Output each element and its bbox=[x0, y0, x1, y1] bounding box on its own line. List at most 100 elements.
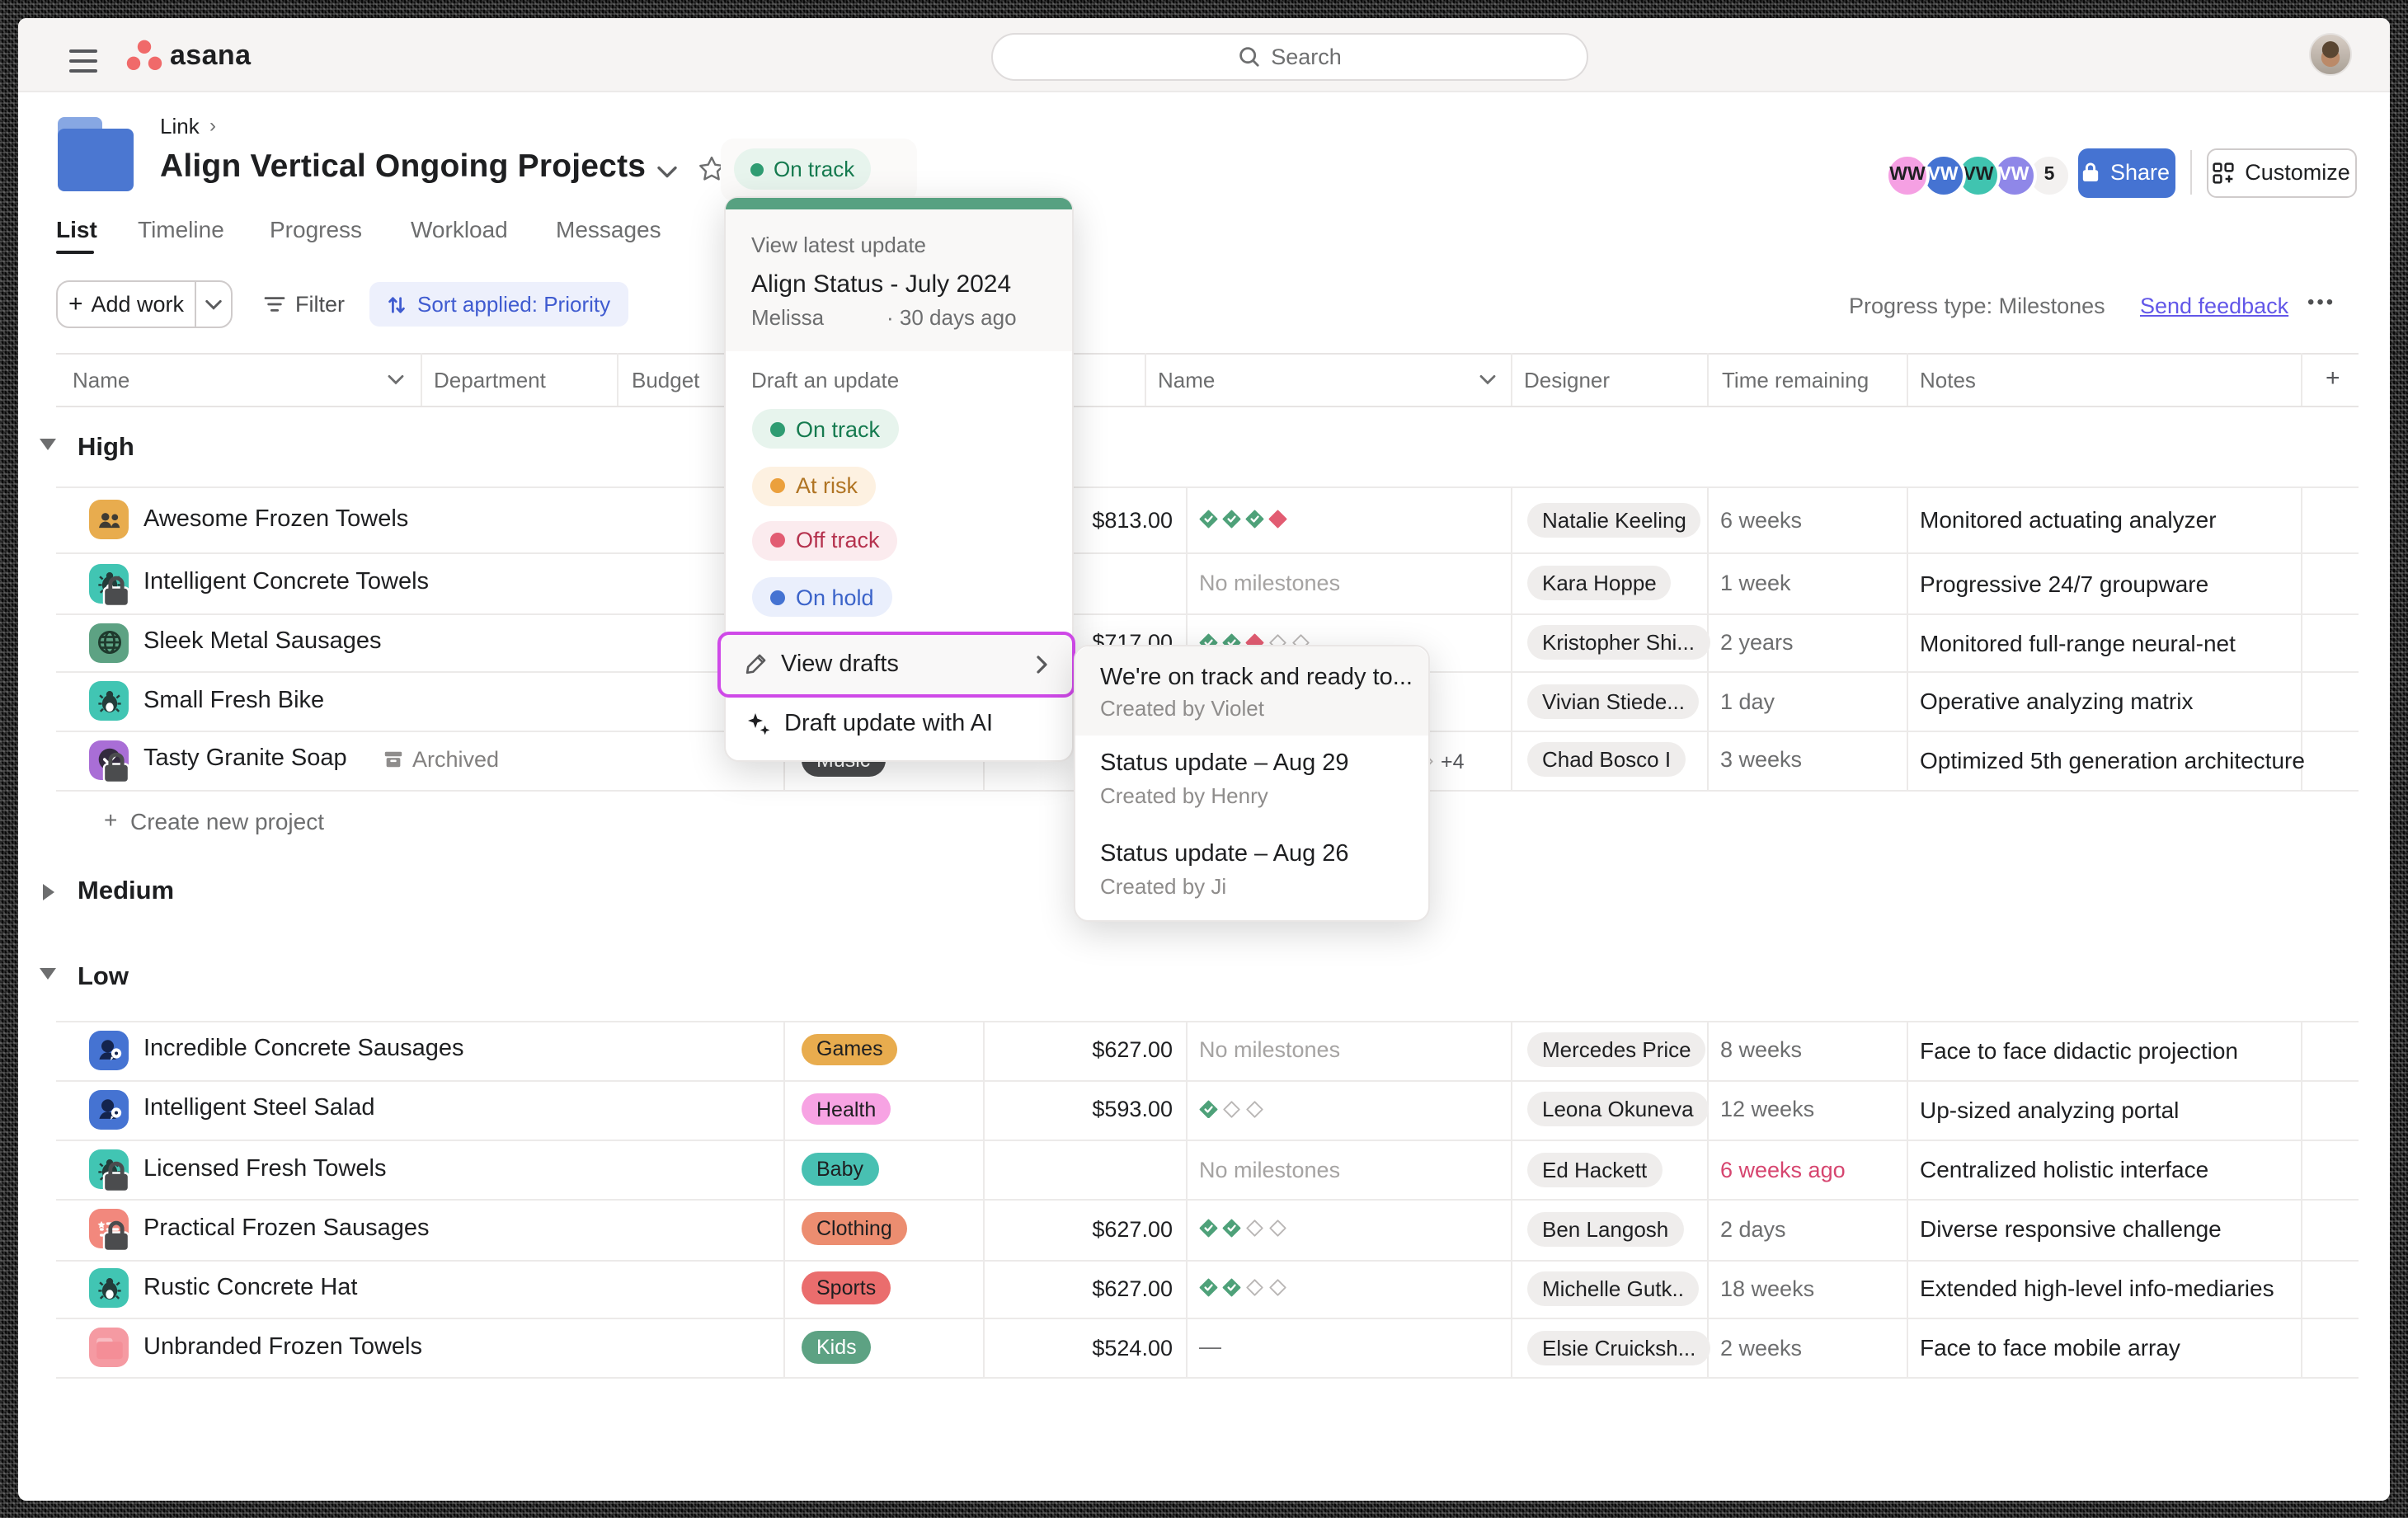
column-divider-line bbox=[1907, 486, 1908, 789]
add-column-button[interactable]: + bbox=[2326, 364, 2340, 392]
share-button[interactable]: Share bbox=[2077, 148, 2175, 198]
notes-value[interactable]: Monitored full-range neural-net bbox=[1920, 629, 2236, 656]
designer-pill[interactable]: Natalie Keeling bbox=[1527, 502, 1701, 537]
status-option-on-track[interactable]: On track bbox=[751, 409, 898, 449]
search-input[interactable]: Search bbox=[991, 32, 1588, 80]
send-feedback-link[interactable]: Send feedback bbox=[2140, 294, 2288, 318]
milestone-icons bbox=[1199, 1100, 1264, 1119]
status-option-label: Off track bbox=[796, 528, 880, 552]
latest-update-section[interactable]: View latest update Align Status - July 2… bbox=[725, 209, 1071, 350]
notes-value[interactable]: Face to face didactic projection bbox=[1920, 1036, 2238, 1063]
project-name[interactable]: Tasty Granite Soap bbox=[143, 746, 347, 773]
member-avatar[interactable]: WW bbox=[1885, 153, 1930, 197]
notes-value[interactable]: Extended high-level info-mediaries bbox=[1920, 1276, 2274, 1302]
project-name[interactable]: Unbranded Frozen Towels bbox=[143, 1333, 422, 1360]
project-title-chevron-down-icon[interactable] bbox=[656, 165, 678, 180]
project-icon-people bbox=[89, 500, 129, 539]
add-work-chevron-icon[interactable] bbox=[205, 298, 223, 312]
breadcrumb[interactable]: Link bbox=[160, 114, 200, 139]
lock-icon bbox=[2082, 162, 2100, 184]
designer-pill[interactable]: Leona Okuneva bbox=[1527, 1093, 1709, 1127]
notes-value[interactable]: Face to face mobile array bbox=[1920, 1334, 2180, 1361]
tab-messages[interactable]: Messages bbox=[556, 216, 661, 242]
section-header-high[interactable]: High bbox=[78, 433, 134, 463]
add-work-split-button[interactable]: +Add work bbox=[56, 280, 233, 328]
column-header-department[interactable]: Department bbox=[434, 368, 546, 392]
notes-value[interactable]: Up-sized analyzing portal bbox=[1920, 1097, 2179, 1123]
hamburger-menu-icon[interactable] bbox=[69, 43, 97, 79]
draft-item-title[interactable]: We're on track and ready to... bbox=[1100, 664, 1413, 690]
section-expanded-triangle-icon[interactable] bbox=[40, 968, 56, 980]
project-name[interactable]: Intelligent Steel Salad bbox=[143, 1096, 375, 1122]
designer-pill[interactable]: Ed Hackett bbox=[1527, 1152, 1662, 1187]
create-new-project-button[interactable]: Create new project bbox=[130, 807, 324, 834]
draft-item-byline: Created by Violet bbox=[1100, 695, 1264, 720]
status-option-at-risk[interactable]: At risk bbox=[751, 466, 876, 505]
latest-update-author: Melissa bbox=[751, 304, 824, 329]
notes-value[interactable]: Centralized holistic interface bbox=[1920, 1156, 2208, 1182]
designer-pill[interactable]: Kristopher Shi... bbox=[1527, 625, 1710, 660]
customize-button[interactable]: Customize bbox=[2206, 148, 2356, 198]
latest-update-title[interactable]: Align Status - July 2024 bbox=[751, 270, 1011, 298]
project-name[interactable]: Sleek Metal Sausages bbox=[143, 628, 382, 655]
notes-value[interactable]: Operative analyzing matrix bbox=[1920, 688, 2194, 714]
drafts-submenu: We're on track and ready to... Created by… bbox=[1074, 645, 1430, 921]
column-header-notes[interactable]: Notes bbox=[1920, 368, 1976, 392]
tab-list[interactable]: List bbox=[56, 216, 97, 242]
section-header-medium[interactable]: Medium bbox=[78, 876, 174, 906]
time-remaining-value: 1 week bbox=[1720, 571, 1791, 595]
notes-value[interactable]: Optimized 5th generation architecture bbox=[1920, 747, 2305, 773]
project-name[interactable]: Incredible Concrete Sausages bbox=[143, 1036, 464, 1062]
draft-ai-label: Draft update with AI bbox=[784, 711, 993, 737]
notes-value[interactable]: Diverse responsive challenge bbox=[1920, 1216, 2222, 1243]
tab-workload[interactable]: Workload bbox=[411, 216, 508, 242]
column-header-designer[interactable]: Designer bbox=[1524, 368, 1610, 392]
section-header-low[interactable]: Low bbox=[78, 962, 129, 992]
tab-progress[interactable]: Progress bbox=[270, 216, 362, 242]
project-name[interactable]: Licensed Fresh Towels bbox=[143, 1155, 386, 1182]
section-collapsed-triangle-icon[interactable] bbox=[43, 884, 54, 900]
view-drafts-item[interactable]: View drafts bbox=[717, 632, 1075, 697]
project-name[interactable]: Intelligent Concrete Towels bbox=[143, 569, 429, 595]
column-divider-line bbox=[982, 1020, 984, 1377]
draft-item-title[interactable]: Status update – Aug 26 bbox=[1100, 840, 1349, 867]
project-status-badge[interactable]: On track bbox=[734, 148, 871, 190]
sort-applied-chip[interactable]: Sort applied: Priority bbox=[369, 282, 628, 327]
filter-button[interactable]: Filter bbox=[264, 292, 345, 317]
tab-timeline[interactable]: Timeline bbox=[138, 216, 224, 242]
add-work-button[interactable]: +Add work bbox=[58, 282, 195, 327]
draft-item-title[interactable]: Status update – Aug 29 bbox=[1100, 750, 1349, 777]
designer-pill[interactable]: Chad Bosco I bbox=[1527, 743, 1686, 778]
more-options-button[interactable]: ••• bbox=[2307, 290, 2335, 313]
column-header-budget[interactable]: Budget bbox=[632, 368, 699, 392]
project-name[interactable]: Small Fresh Bike bbox=[143, 687, 324, 713]
project-title[interactable]: Align Vertical Ongoing Projects bbox=[160, 148, 646, 186]
designer-pill[interactable]: Kara Hoppe bbox=[1527, 566, 1672, 600]
column-header-time-remaining[interactable]: Time remaining bbox=[1722, 368, 1869, 392]
designer-pill[interactable]: Elsie Cruicksh... bbox=[1527, 1330, 1710, 1365]
status-option-on-hold[interactable]: On hold bbox=[751, 577, 892, 617]
project-name[interactable]: Awesome Frozen Towels bbox=[143, 505, 408, 532]
status-option-off-track[interactable]: Off track bbox=[751, 520, 898, 560]
asana-logo[interactable] bbox=[125, 38, 163, 81]
designer-pill[interactable]: Mercedes Price bbox=[1527, 1032, 1706, 1067]
section-expanded-triangle-icon[interactable] bbox=[40, 439, 56, 450]
project-folder-icon bbox=[58, 117, 134, 191]
user-avatar[interactable] bbox=[2309, 32, 2352, 75]
column-header-name[interactable]: Name bbox=[73, 368, 129, 392]
designer-pill[interactable]: Vivian Stiede... bbox=[1527, 684, 1700, 718]
budget-value: $627.00 bbox=[981, 1217, 1173, 1242]
search-placeholder: Search bbox=[1271, 44, 1342, 68]
project-name[interactable]: Practical Frozen Sausages bbox=[143, 1215, 430, 1242]
notes-value[interactable]: Progressive 24/7 groupware bbox=[1920, 570, 2208, 596]
asana-logo-icon bbox=[125, 38, 163, 73]
designer-pill[interactable]: Ben Langosh bbox=[1527, 1212, 1683, 1247]
draft-update-with-ai-item[interactable]: Draft update with AI bbox=[745, 711, 993, 737]
draft-item-byline: Created by Henry bbox=[1100, 783, 1268, 808]
column-header-name-2[interactable]: Name bbox=[1158, 368, 1215, 392]
header-sort-chevron-icon[interactable] bbox=[388, 374, 404, 386]
designer-pill[interactable]: Michelle Gutk.. bbox=[1527, 1271, 1699, 1306]
notes-value[interactable]: Monitored actuating analyzer bbox=[1920, 506, 2217, 533]
header-sort-chevron-icon[interactable] bbox=[1479, 374, 1496, 386]
project-name[interactable]: Rustic Concrete Hat bbox=[143, 1275, 358, 1301]
